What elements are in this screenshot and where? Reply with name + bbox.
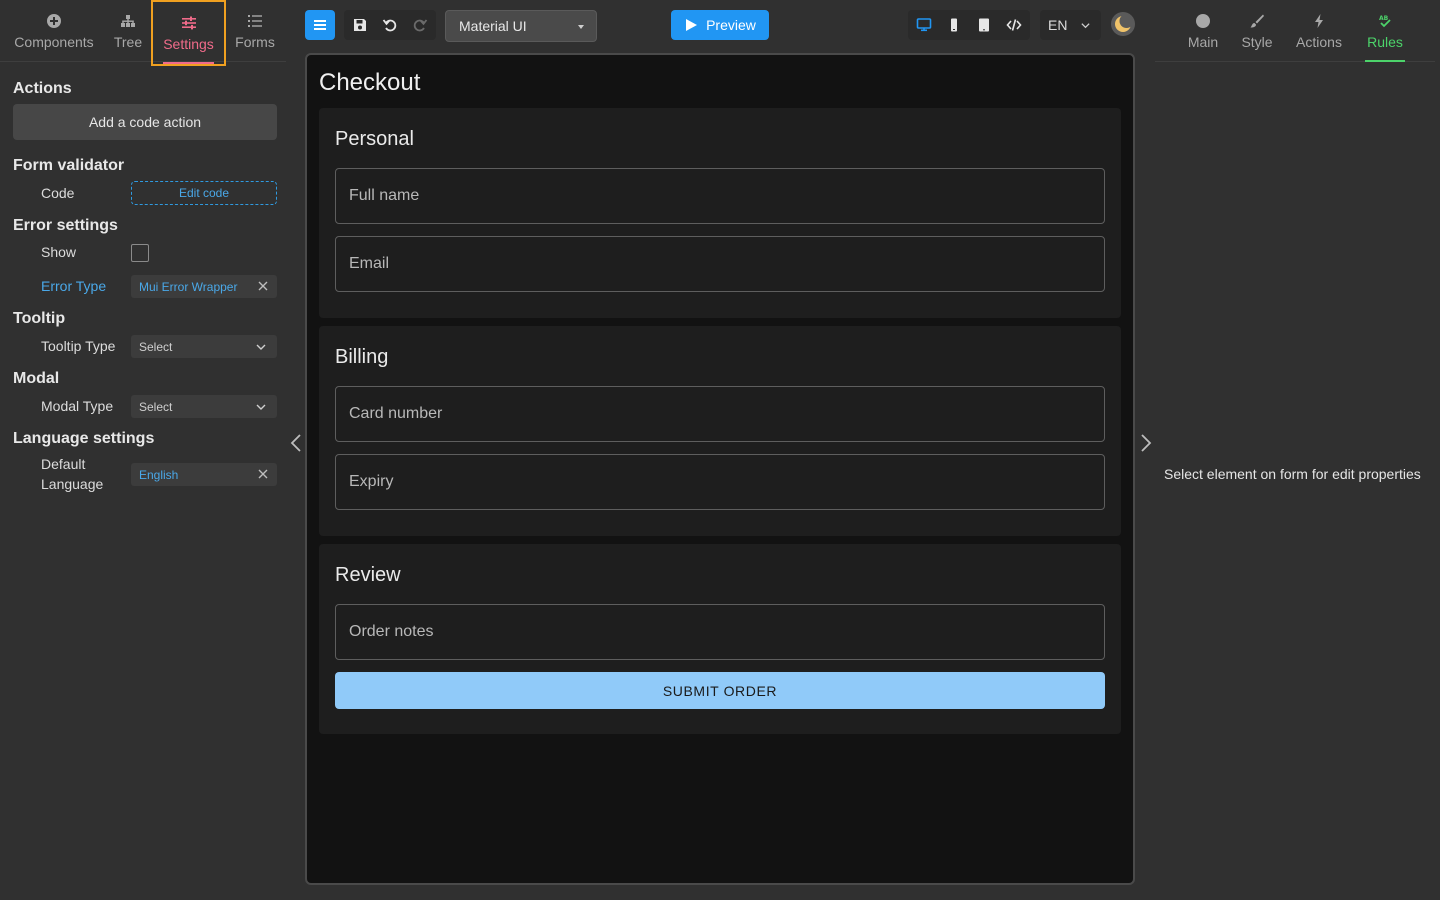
email-field[interactable]: Email (335, 236, 1105, 292)
tab-main[interactable]: Main (1177, 0, 1229, 62)
show-label: Show (41, 244, 77, 260)
tab-label: Style (1241, 33, 1273, 50)
menu-button[interactable] (305, 10, 335, 40)
default-language-label-line2: Language (41, 476, 104, 492)
desktop-icon[interactable] (916, 17, 932, 33)
ui-library-select[interactable]: Material UI (445, 10, 597, 42)
collapse-right-panel-icon[interactable] (1138, 432, 1154, 454)
svg-text:AB: AB (1379, 15, 1389, 22)
tab-settings[interactable]: Settings (151, 0, 226, 66)
rules-check-icon: AB (1379, 15, 1391, 27)
left-tab-bar: Components Tree Settings Forms (0, 0, 286, 66)
right-tab-bar: Main Style Actions AB Rules (1155, 0, 1435, 62)
tab-actions[interactable]: Actions (1291, 0, 1347, 62)
tab-label: Components (14, 33, 94, 50)
active-tab-indicator (163, 62, 214, 64)
lightning-icon (1315, 13, 1323, 28)
error-type-field[interactable]: Mui Error Wrapper (131, 275, 277, 298)
expiry-field[interactable]: Expiry (335, 454, 1105, 510)
section-personal[interactable]: Personal Full name Email (319, 108, 1121, 318)
modal-title: Modal (13, 370, 60, 387)
language-select[interactable]: EN (1040, 10, 1101, 40)
mobile-icon[interactable] (946, 17, 962, 33)
tooltip-type-value: Select (139, 339, 173, 354)
show-error-checkbox[interactable] (131, 244, 149, 262)
tab-style[interactable]: Style (1235, 0, 1279, 62)
section-title: Personal (335, 128, 414, 150)
section-billing[interactable]: Billing Card number Expiry (319, 326, 1121, 536)
edit-code-button[interactable]: Edit code (131, 181, 277, 205)
form-canvas[interactable]: Checkout Personal Full name Email Billin… (305, 53, 1135, 885)
tab-label: Main (1187, 33, 1219, 50)
chevron-down-icon (256, 404, 266, 410)
modal-type-label: Modal Type (41, 398, 114, 414)
plus-circle-icon (47, 13, 61, 28)
default-language-field[interactable]: English (131, 463, 277, 486)
error-type-label: Error Type (41, 278, 107, 294)
moon-icon (1115, 14, 1133, 32)
language-settings-title: Language settings (13, 430, 155, 447)
tab-forms[interactable]: Forms (228, 0, 282, 62)
tab-label: Actions (1296, 33, 1342, 50)
save-icon[interactable] (352, 17, 368, 33)
tab-label: Forms (235, 33, 275, 50)
sliders-icon (181, 16, 196, 29)
tab-tree[interactable]: Tree (106, 0, 150, 62)
form-title: Checkout (319, 69, 421, 96)
actions-title: Actions (13, 80, 72, 97)
language-value: EN (1048, 17, 1068, 33)
tooltip-title: Tooltip (13, 310, 66, 327)
default-language-value: English (139, 467, 179, 482)
tab-rules[interactable]: AB Rules (1365, 0, 1405, 62)
error-type-value: Mui Error Wrapper (139, 279, 238, 294)
properties-hint: Select element on form for edit properti… (1164, 466, 1421, 482)
collapse-left-panel-icon[interactable] (288, 432, 304, 454)
active-tab-indicator (1365, 60, 1405, 62)
tab-label: Settings (163, 35, 214, 52)
ui-library-value: Material UI (459, 18, 527, 34)
tab-label: Tree (113, 33, 143, 50)
list-icon (248, 14, 262, 27)
modal-type-select[interactable]: Select (131, 395, 277, 418)
left-panel: Components Tree Settings Forms Actions A… (0, 0, 290, 900)
tab-label: Rules (1367, 33, 1403, 50)
undo-icon[interactable] (382, 17, 398, 33)
card-number-field[interactable]: Card number (335, 386, 1105, 442)
tablet-icon[interactable] (976, 17, 992, 33)
section-title: Review (335, 564, 401, 586)
theme-toggle-button[interactable] (1111, 12, 1135, 36)
redo-icon[interactable] (412, 17, 428, 33)
caret-down-icon (578, 25, 584, 29)
tooltip-type-select[interactable]: Select (131, 335, 277, 358)
section-review[interactable]: Review Order notes SUBMIT ORDER (319, 544, 1121, 734)
hamburger-icon (314, 20, 326, 30)
brush-icon (1250, 14, 1264, 27)
clear-icon[interactable] (257, 468, 269, 480)
full-name-field[interactable]: Full name (335, 168, 1105, 224)
chevron-down-icon (256, 344, 266, 350)
tab-components[interactable]: Components (6, 0, 102, 62)
tree-icon (121, 14, 135, 27)
edit-tool-group (344, 10, 436, 40)
tooltip-type-label: Tooltip Type (41, 338, 116, 354)
order-notes-field[interactable]: Order notes (335, 604, 1105, 660)
device-mode-group (908, 10, 1030, 40)
circle-icon (1196, 13, 1210, 28)
preview-button[interactable]: Preview (671, 10, 769, 40)
clear-icon[interactable] (257, 280, 269, 292)
chevron-down-icon (1081, 23, 1090, 29)
default-language-label-line1: Default (41, 456, 86, 472)
error-settings-title: Error settings (13, 217, 118, 234)
code-label: Code (41, 185, 75, 201)
code-icon[interactable] (1006, 17, 1022, 33)
play-icon (686, 19, 698, 31)
submit-order-button[interactable]: SUBMIT ORDER (335, 672, 1105, 709)
modal-type-value: Select (139, 399, 173, 414)
preview-label: Preview (706, 17, 756, 33)
add-code-action-button[interactable]: Add a code action (13, 104, 277, 140)
form-validator-title: Form validator (13, 157, 125, 174)
section-title: Billing (335, 346, 389, 368)
